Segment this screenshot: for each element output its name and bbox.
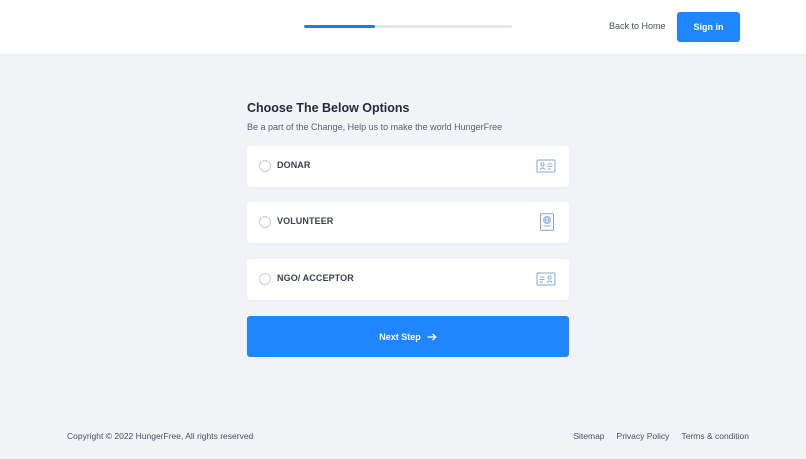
option-label: DONAR: [277, 160, 311, 170]
back-to-home-link[interactable]: Back to Home: [609, 20, 666, 32]
page-subtitle: Be a part of the Change, Help us to make…: [247, 122, 503, 132]
option-volunteer[interactable]: VOLUNTEER: [247, 202, 569, 243]
progress-fill: [304, 25, 375, 28]
radio-donar[interactable]: [259, 160, 271, 172]
privacy-policy-link[interactable]: Privacy Policy: [617, 431, 670, 441]
copyright-text: Copyright © 2022 HungerFree, All rights …: [67, 431, 254, 441]
option-donar[interactable]: DONAR: [247, 146, 569, 187]
footer-links: Sitemap Privacy Policy Terms & condition: [573, 431, 749, 441]
option-label: VOLUNTEER: [277, 216, 334, 226]
radio-ngo-acceptor[interactable]: [259, 273, 271, 285]
arrow-right-icon: [427, 333, 437, 340]
next-step-button[interactable]: Next Step: [247, 316, 569, 357]
header: Back to Home Sign in: [0, 0, 806, 54]
sign-in-button[interactable]: Sign in: [677, 12, 740, 42]
id-card-icon: [536, 159, 556, 173]
next-step-label: Next Step: [379, 331, 421, 342]
progress-bar: [304, 25, 512, 28]
terms-link[interactable]: Terms & condition: [681, 431, 749, 441]
option-ngo-acceptor[interactable]: NGO/ ACCEPTOR: [247, 259, 569, 300]
sitemap-link[interactable]: Sitemap: [573, 431, 604, 441]
passport-icon: [540, 213, 554, 231]
radio-volunteer[interactable]: [259, 216, 271, 228]
page-title: Choose The Below Options: [247, 101, 410, 115]
id-badge-icon: [536, 272, 556, 286]
option-label: NGO/ ACCEPTOR: [277, 273, 354, 283]
